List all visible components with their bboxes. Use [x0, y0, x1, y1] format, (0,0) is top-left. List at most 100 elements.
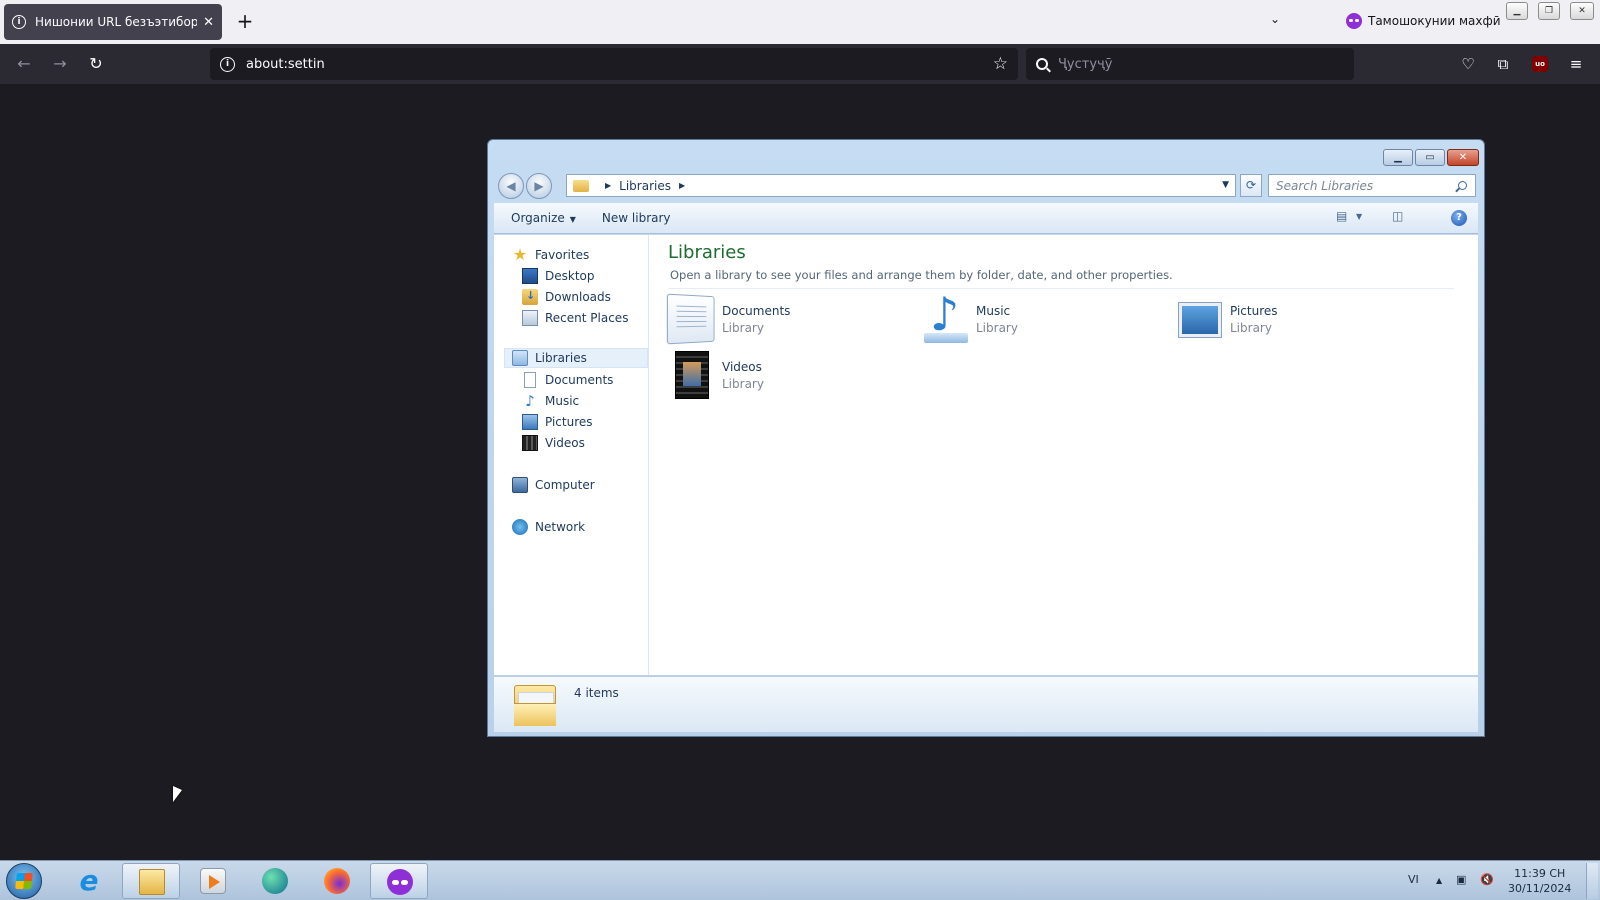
search-icon[interactable]: [1458, 181, 1467, 190]
system-clock[interactable]: 11:39 CH 30/11/2024: [1508, 866, 1571, 896]
ublock-icon[interactable]: uo: [1532, 56, 1548, 72]
organize-label: Organize: [511, 211, 565, 225]
forward-button[interactable]: →: [48, 52, 72, 76]
view-options-chevron-icon[interactable]: ▼: [1356, 212, 1362, 221]
explorer-close-button[interactable]: ✕: [1447, 149, 1479, 166]
library-type: Library: [976, 321, 1018, 335]
sidebar-item-favorites[interactable]: ★ Favorites: [512, 245, 589, 265]
chevron-down-icon: ▼: [569, 215, 576, 224]
menu-icon[interactable]: ≡: [1566, 54, 1586, 74]
sidebar-item-downloads[interactable]: Downloads: [522, 287, 611, 307]
sidebar-item-libraries[interactable]: Libraries: [504, 348, 648, 368]
videos-icon: [522, 435, 538, 451]
search-placeholder: Ҷустуҷӯ: [1058, 56, 1113, 72]
computer-icon: [512, 477, 528, 493]
site-info-icon[interactable]: i: [220, 56, 235, 72]
explorer-back-button[interactable]: ◀: [498, 173, 524, 199]
refresh-button[interactable]: ⟳: [1240, 174, 1262, 197]
help-icon[interactable]: ?: [1451, 210, 1467, 226]
sidebar-item-label: Desktop: [545, 269, 595, 283]
internet-explorer-icon: e: [79, 864, 99, 897]
sidebar-item-label: Documents: [545, 373, 614, 387]
sidebar-item-network[interactable]: Network: [512, 517, 585, 537]
videos-library-icon: [675, 351, 709, 399]
bookmark-star-icon[interactable]: ☆: [993, 54, 1008, 74]
explorer-minimize-button[interactable]: ▁: [1383, 149, 1413, 166]
organize-button[interactable]: Organize ▼: [507, 211, 580, 225]
sidebar-item-label: Music: [545, 394, 580, 408]
taskbar-firefox-private[interactable]: [370, 863, 428, 899]
start-button[interactable]: [6, 863, 42, 899]
item-count: 4 items: [574, 686, 619, 700]
recent-places-icon: [522, 310, 538, 326]
url-input[interactable]: about:settin: [246, 57, 993, 72]
library-type: Library: [1230, 321, 1272, 335]
network-tray-icon[interactable]: ▣: [1456, 873, 1466, 886]
library-name: Videos: [722, 360, 762, 374]
private-mask-icon: [1346, 13, 1362, 29]
browser-nav-bar: ← → ↻ i about:settin ☆ Ҷустуҷӯ ♡ ⧉ uo ≡: [0, 44, 1600, 84]
library-pictures[interactable]: Pictures Library: [1176, 295, 1396, 347]
explorer-search-input[interactable]: Search Libraries: [1268, 174, 1476, 197]
taskbar-edge[interactable]: [246, 863, 304, 899]
new-tab-button[interactable]: +: [234, 10, 256, 32]
library-music[interactable]: Music Library: [922, 287, 1142, 347]
address-dropdown-icon[interactable]: ▼: [1222, 180, 1229, 190]
sidebar-item-documents[interactable]: Documents: [522, 370, 613, 390]
divider: [668, 288, 1454, 289]
back-button[interactable]: ←: [12, 52, 36, 76]
minimize-button[interactable]: ▁: [1506, 2, 1528, 20]
sidebar-item-label: Pictures: [545, 415, 593, 429]
taskbar-media-player[interactable]: [184, 863, 242, 899]
sidebar-item-videos[interactable]: Videos: [522, 433, 585, 453]
browser-tab-active[interactable]: i Нишонии URL безъэтибор аст ✕: [4, 4, 222, 40]
private-browsing-indicator: Тамошокунии махфӣ: [1346, 13, 1501, 29]
sidebar-item-music[interactable]: ♪ Music: [522, 391, 579, 411]
url-bar[interactable]: i about:settin ☆: [210, 48, 1018, 80]
sidebar-item-label: Libraries: [535, 351, 587, 365]
explorer-maximize-button[interactable]: ▭: [1415, 149, 1445, 166]
show-desktop-button[interactable]: [1586, 863, 1598, 899]
explorer-forward-button[interactable]: ▶: [526, 173, 552, 199]
sidebar-item-label: Favorites: [535, 248, 590, 262]
explorer-folder-icon: [139, 869, 165, 895]
volume-muted-icon[interactable]: 🔇: [1480, 873, 1494, 886]
documents-icon: [524, 372, 536, 388]
breadcrumb-libraries[interactable]: Libraries: [619, 179, 671, 193]
sidebar-item-computer[interactable]: Computer: [512, 475, 595, 495]
change-view-icon[interactable]: ▤: [1336, 209, 1347, 223]
sidebar-item-label: Computer: [535, 478, 595, 492]
library-videos[interactable]: Videos Library: [668, 351, 888, 403]
breadcrumb-separator[interactable]: ▶: [679, 181, 685, 190]
sidebar-item-recent-places[interactable]: Recent Places: [522, 308, 628, 328]
explorer-address-bar[interactable]: ▶ Libraries ▶ ▼: [566, 174, 1236, 197]
breadcrumb-separator[interactable]: ▶: [605, 181, 611, 190]
library-documents[interactable]: Documents Library: [666, 293, 888, 347]
input-language-indicator[interactable]: VI: [1408, 873, 1419, 886]
private-browsing-label: Тамошокунии махфӣ: [1368, 14, 1501, 28]
browser-tab-strip: i Нишонии URL безъэтибор аст ✕ + ⌄ Тамош…: [0, 0, 1600, 44]
sidebar-item-desktop[interactable]: Desktop: [522, 266, 595, 286]
extensions-icon[interactable]: ⧉: [1493, 54, 1513, 74]
search-input[interactable]: Ҷустуҷӯ: [1026, 48, 1354, 80]
sidebar-item-label: Downloads: [545, 290, 611, 304]
sidebar-item-pictures[interactable]: Pictures: [522, 412, 593, 432]
restore-button[interactable]: ❐: [1538, 2, 1560, 20]
list-all-tabs-button[interactable]: ⌄: [1270, 12, 1280, 26]
pocket-icon[interactable]: ♡: [1458, 54, 1478, 74]
star-icon: ★: [512, 245, 528, 264]
new-library-button[interactable]: New library: [598, 211, 675, 225]
details-pane: 4 items: [494, 676, 1478, 732]
sidebar-item-label: Recent Places: [545, 311, 629, 325]
show-hidden-icons-icon[interactable]: ▲: [1436, 876, 1442, 885]
close-window-button[interactable]: ✕: [1570, 2, 1594, 20]
music-library-icon: [922, 287, 970, 343]
preview-pane-icon[interactable]: ◫: [1392, 209, 1403, 223]
close-tab-icon[interactable]: ✕: [203, 15, 214, 30]
sidebar-item-label: Videos: [545, 436, 585, 450]
clock-date: 30/11/2024: [1508, 882, 1572, 895]
reload-button[interactable]: ↻: [84, 52, 108, 76]
taskbar-internet-explorer[interactable]: e: [60, 863, 118, 899]
taskbar-firefox[interactable]: [308, 863, 366, 899]
taskbar-windows-explorer[interactable]: [122, 863, 180, 899]
